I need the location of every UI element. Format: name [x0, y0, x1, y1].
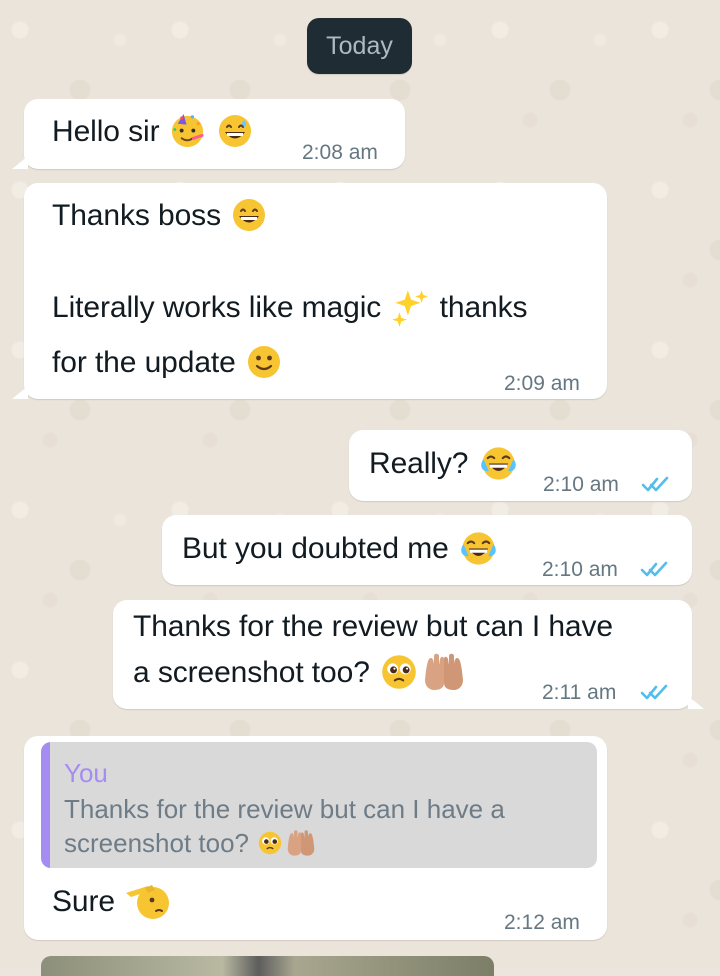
date-separator: Today	[307, 18, 412, 74]
quoted-reply[interactable]: You Thanks for the review but can I have…	[41, 742, 597, 868]
message-line: Really?	[369, 442, 520, 487]
double-check-read-icon	[640, 684, 668, 700]
party-face-emoji	[168, 112, 207, 151]
message-text: Hello sir	[52, 115, 160, 148]
sparkles-emoji	[389, 286, 431, 328]
message-time: 2:12 am	[504, 911, 580, 934]
outgoing-message-bubble[interactable]: Thanks for the review but can I have a s…	[113, 600, 704, 709]
double-check-read-icon	[641, 476, 669, 492]
outgoing-message-bubble[interactable]: Really? 2:10 am	[349, 430, 692, 501]
quoted-author: You	[64, 758, 108, 788]
quoted-line: screenshot too?	[64, 826, 579, 860]
saluting-face-emoji	[123, 879, 171, 923]
message-line: for the update	[52, 341, 284, 385]
media-message-preview[interactable]	[41, 956, 494, 976]
message-line: Sure	[52, 880, 171, 925]
message-time: 2:08 am	[302, 141, 378, 164]
message-line: a screenshot too?	[133, 651, 468, 695]
message-text: Literally works like magic	[52, 291, 382, 324]
message-time: 2:10 am	[543, 473, 619, 496]
pleading-face-emoji	[256, 829, 284, 857]
message-text: But you doubted me	[182, 532, 449, 565]
message-time: 2:11 am	[542, 681, 617, 704]
message-time: 2:09 am	[504, 372, 580, 395]
message-text: a screenshot too?	[133, 656, 370, 689]
message-text: thanks	[439, 291, 528, 324]
quote-accent-bar	[41, 742, 50, 868]
palms-up-together-emoji	[420, 651, 468, 693]
incoming-message-bubble[interactable]: Thanks boss Literally works like magic t…	[12, 183, 607, 399]
message-text: Really?	[369, 447, 469, 480]
message-text: Thanks for the review but can I have	[133, 610, 613, 643]
message-line: Literally works like magic thanks	[52, 286, 528, 330]
quoted-message: Thanks for the review but can I have a s…	[64, 792, 579, 860]
quoted-line: Thanks for the review but can I have a	[64, 794, 505, 824]
incoming-message-bubble[interactable]: Hello sir 2:08 am	[12, 99, 405, 169]
tears-of-joy-emoji	[457, 527, 500, 570]
date-separator-label: Today	[326, 31, 393, 60]
double-check-read-icon	[640, 561, 668, 577]
message-time: 2:10 am	[542, 558, 618, 581]
pleading-face-emoji	[378, 651, 420, 693]
palms-up-together-emoji	[284, 829, 318, 857]
tears-of-joy-emoji	[477, 442, 520, 485]
grinning-face-emoji	[229, 195, 269, 235]
message-line: Hello sir	[52, 110, 255, 154]
message-line: Thanks for the review but can I have	[133, 605, 613, 649]
message-text: Sure	[52, 885, 115, 918]
grinning-sweat-emoji	[215, 111, 255, 151]
message-line: Thanks boss	[52, 194, 269, 238]
message-line: But you doubted me	[182, 527, 500, 572]
smiling-face-emoji	[244, 342, 284, 382]
message-text: Thanks boss	[52, 199, 221, 232]
outgoing-message-bubble[interactable]: But you doubted me 2:10 am	[162, 515, 692, 585]
message-text: for the update	[52, 346, 236, 379]
